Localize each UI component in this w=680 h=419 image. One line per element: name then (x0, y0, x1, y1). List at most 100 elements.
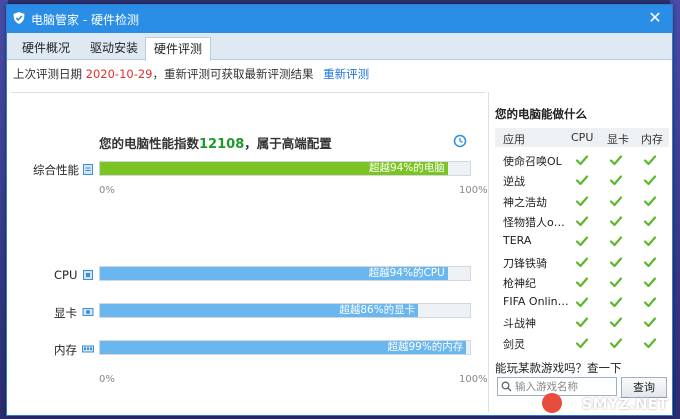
search-icon (501, 381, 512, 392)
cpu-check-icon (575, 194, 589, 208)
close-icon: ✕ (648, 8, 662, 27)
game-row: TERA (495, 231, 669, 251)
game-search-box[interactable] (497, 377, 617, 396)
game-row: 剑灵 (495, 333, 669, 353)
game-row: 怪物猎人online (495, 211, 669, 231)
game-search-input[interactable] (515, 378, 613, 395)
game-name: 使命召唤OL (503, 155, 562, 168)
game-query-prompt: 能玩某款游戏吗？查一下 (495, 361, 622, 375)
game-row: 使命召唤OL (495, 150, 669, 170)
last-test-date: 2020-10-29 (85, 67, 153, 81)
overall-bar: 超越94%的电脑 (100, 162, 448, 175)
watermark-text: SMYZ.NET (581, 395, 668, 413)
game-row: 斗战神 (495, 312, 669, 332)
gpu-check-icon (609, 234, 623, 248)
header-gpu: 显卡 (607, 133, 629, 146)
cpu-check-icon (575, 214, 589, 228)
memory-track: 超越99%的内存 (99, 340, 471, 355)
memory-check-icon (643, 214, 657, 228)
game-name: 刀锋铁骑 (503, 256, 547, 270)
memory-check-icon (643, 295, 657, 309)
game-name: TERA (503, 234, 532, 248)
game-name: 逆战 (503, 175, 525, 189)
game-name: 怪物猎人online (503, 215, 571, 229)
gpu-bar: 超越86%的显卡 (100, 304, 419, 317)
game-row: 枪神纪 (495, 272, 669, 292)
overall-label: 综合性能 (33, 163, 79, 177)
memory-check-icon (643, 336, 657, 350)
clipboard-icon (83, 164, 93, 175)
memory-check-icon (643, 173, 657, 187)
cpu-check-icon (575, 336, 589, 350)
cpu-bar-text: 超越94%的CPU (368, 267, 445, 279)
components-axis-max: 100% (459, 374, 488, 385)
title-bar[interactable]: 电脑管家 - 硬件检测 ✕ (7, 5, 672, 33)
score-value: 12108 (199, 137, 245, 152)
memory-check-icon (643, 153, 657, 167)
last-test-label: 上次评测日期 (13, 67, 82, 81)
header-cpu: CPU (571, 131, 594, 144)
gpu-check-icon (609, 173, 623, 187)
cpu-check-icon (575, 295, 589, 309)
cpu-check-icon (575, 255, 589, 269)
gpu-track: 超越86%的显卡 (99, 303, 471, 318)
graphics-card-icon (82, 308, 94, 316)
header-memory: 内存 (641, 133, 663, 146)
gpu-check-icon (609, 315, 623, 329)
hardware-check-window: 电脑管家 - 硬件检测 ✕ 硬件概况 驱动安装 硬件评测 上次评测日期 2020… (6, 4, 673, 416)
gpu-check-icon (609, 275, 623, 289)
cpu-check-icon (575, 315, 589, 329)
gpu-label: 显卡 (54, 306, 77, 320)
tab-bar: 硬件概况 驱动安装 硬件评测 (7, 33, 672, 61)
cpu-label: CPU (54, 268, 78, 282)
games-table-header: 应用 CPU 显卡 内存 (495, 128, 669, 147)
cpu-bar: 超越94%的CPU (100, 267, 448, 280)
close-button[interactable]: ✕ (646, 9, 664, 27)
overall-axis-max: 100% (459, 185, 488, 196)
gpu-check-icon (609, 153, 623, 167)
memory-label: 内存 (54, 343, 77, 357)
watermark-logo-icon (542, 393, 562, 413)
cpu-chip-icon (83, 270, 93, 280)
memory-check-icon (643, 194, 657, 208)
performance-score: 您的电脑性能指数12108，属于高端配置 (99, 133, 332, 152)
memory-check-icon (643, 234, 657, 248)
game-name: 剑灵 (503, 337, 525, 351)
last-test-hint: ，重新评测可获取最新评测结果 (152, 67, 314, 81)
tab-driver-install[interactable]: 驱动安装 (81, 37, 147, 59)
gpu-bar-text: 超越86%的显卡 (339, 304, 416, 316)
benchmark-panel: 您的电脑性能指数12108，属于高端配置 综合性能 超越94%的电脑 0% 10… (11, 92, 488, 413)
game-name: FIFA Online3 (503, 295, 571, 309)
games-panel: 您的电脑能做什么 应用 CPU 显卡 内存 使命召唤OL 逆战神之浩劫怪物猎人on… (488, 92, 671, 412)
gpu-check-icon (609, 214, 623, 228)
memory-check-icon (643, 315, 657, 329)
components-axis-min: 0% (99, 374, 115, 385)
window-title: 电脑管家 - 硬件检测 (31, 13, 139, 27)
shield-logo-icon (13, 12, 25, 24)
gpu-check-icon (609, 295, 623, 309)
overall-bar-text: 超越94%的电脑 (368, 162, 445, 174)
memory-check-icon (643, 275, 657, 289)
gpu-check-icon (609, 194, 623, 208)
cpu-check-icon (575, 173, 589, 187)
refresh-icon[interactable] (453, 134, 467, 148)
cpu-check-icon (575, 234, 589, 248)
last-test-info: 上次评测日期 2020-10-29，重新评测可获取最新评测结果 重新评测 (13, 66, 369, 82)
overall-axis-min: 0% (99, 185, 115, 196)
gpu-check-icon (609, 336, 623, 350)
tab-hardware-benchmark[interactable]: 硬件评测 (145, 37, 211, 61)
score-prefix: 您的电脑性能指数 (99, 136, 200, 151)
game-row: 逆战 (495, 170, 669, 190)
tab-hardware-overview[interactable]: 硬件概况 (13, 37, 79, 59)
game-name: 神之浩劫 (503, 195, 547, 209)
games-panel-title: 您的电脑能做什么 (495, 107, 587, 121)
header-app: 应用 (503, 133, 525, 146)
memory-bar: 超越99%的内存 (100, 341, 467, 354)
retest-link[interactable]: 重新评测 (323, 67, 369, 81)
gpu-check-icon (609, 255, 623, 269)
cpu-check-icon (575, 275, 589, 289)
cpu-track: 超越94%的CPU (99, 266, 471, 281)
cpu-check-icon (575, 153, 589, 167)
game-row: 神之浩劫 (495, 191, 669, 211)
memory-bar-text: 超越99%的内存 (387, 341, 464, 353)
